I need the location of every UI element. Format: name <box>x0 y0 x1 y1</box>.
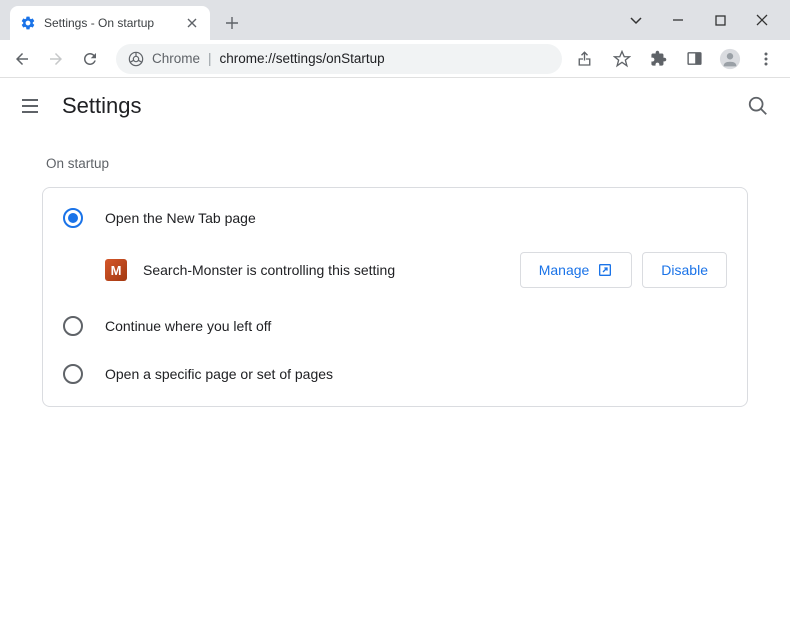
extension-icon: M <box>105 259 127 281</box>
disable-button[interactable]: Disable <box>642 252 727 288</box>
option-continue[interactable]: Continue where you left off <box>43 302 747 350</box>
option-label: Open the New Tab page <box>105 210 256 226</box>
address-bar[interactable]: Chrome | chrome://settings/onStartup <box>116 44 562 74</box>
content: On startup Open the New Tab page M Searc… <box>0 156 790 407</box>
chrome-icon <box>128 51 144 67</box>
manage-button-label: Manage <box>539 262 590 278</box>
browser-tab[interactable]: Settings - On startup <box>10 6 210 40</box>
settings-header: Settings <box>0 78 790 134</box>
search-icon[interactable] <box>746 94 770 118</box>
option-label: Continue where you left off <box>105 318 271 334</box>
startup-card: Open the New Tab page M Search-Monster i… <box>42 187 748 407</box>
section-label: On startup <box>46 156 748 171</box>
reload-button[interactable] <box>76 45 104 73</box>
page-title: Settings <box>62 93 724 119</box>
chevron-down-icon[interactable] <box>626 10 646 30</box>
radio-icon[interactable] <box>63 316 83 336</box>
open-external-icon <box>597 262 613 278</box>
close-icon[interactable] <box>184 15 200 31</box>
back-button[interactable] <box>8 45 36 73</box>
radio-selected-icon[interactable] <box>63 208 83 228</box>
hamburger-icon[interactable] <box>20 96 40 116</box>
address-scheme: Chrome <box>152 51 200 66</box>
side-panel-icon[interactable] <box>682 47 706 71</box>
close-window-button[interactable] <box>752 10 772 30</box>
titlebar: Settings - On startup <box>0 0 790 40</box>
toolbar: Chrome | chrome://settings/onStartup <box>0 40 790 78</box>
window-controls <box>626 10 790 40</box>
extensions-icon[interactable] <box>646 47 670 71</box>
bookmark-icon[interactable] <box>610 47 634 71</box>
option-label: Open a specific page or set of pages <box>105 366 333 382</box>
gear-icon <box>20 15 36 31</box>
disable-button-label: Disable <box>661 262 708 278</box>
new-tab-button[interactable] <box>218 9 246 37</box>
share-icon[interactable] <box>574 47 598 71</box>
option-specific-pages[interactable]: Open a specific page or set of pages <box>43 350 747 398</box>
address-url: chrome://settings/onStartup <box>220 51 385 66</box>
radio-icon[interactable] <box>63 364 83 384</box>
option-open-new-tab[interactable]: Open the New Tab page <box>43 196 747 242</box>
controlled-by-extension-row: M Search-Monster is controlling this set… <box>43 242 747 302</box>
controlled-text: Search-Monster is controlling this setti… <box>143 262 504 278</box>
minimize-button[interactable] <box>668 10 688 30</box>
manage-button[interactable]: Manage <box>520 252 633 288</box>
profile-icon[interactable] <box>718 47 742 71</box>
tab-title: Settings - On startup <box>44 16 176 30</box>
menu-icon[interactable] <box>754 47 778 71</box>
forward-button[interactable] <box>42 45 70 73</box>
address-separator: | <box>208 51 212 66</box>
maximize-button[interactable] <box>710 10 730 30</box>
